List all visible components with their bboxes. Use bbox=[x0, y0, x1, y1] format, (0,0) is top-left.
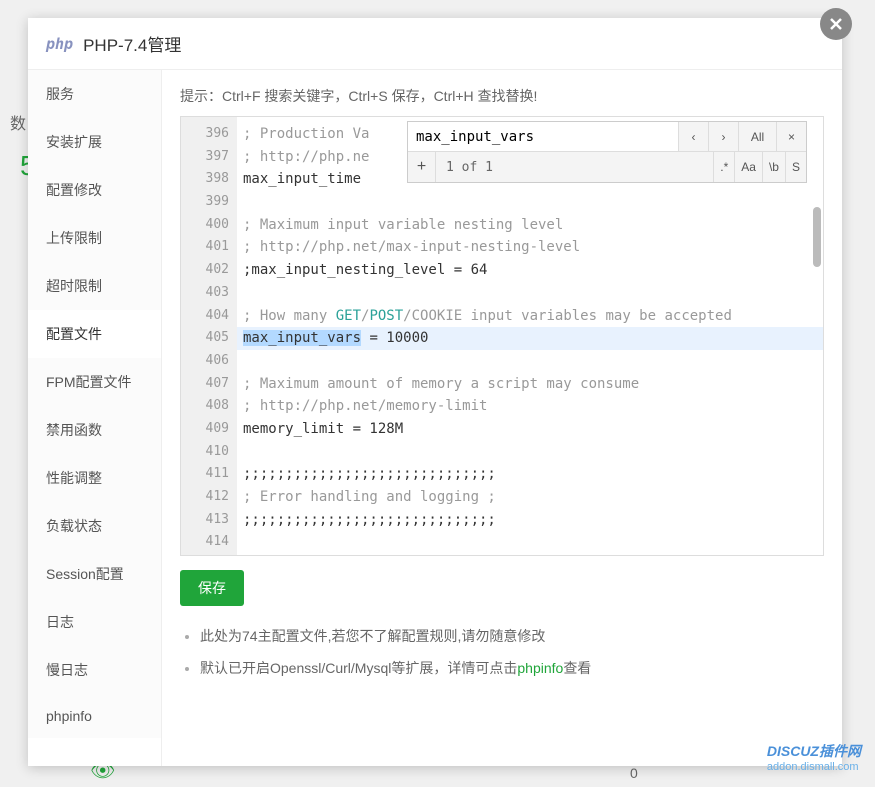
watermark: DISCUZ插件网 addon.dismall.com bbox=[767, 741, 861, 773]
code-line[interactable]: max_input_vars = 10000 bbox=[237, 327, 823, 350]
line-gutter: 3963973983994004014024034044054064074084… bbox=[181, 117, 237, 555]
line-number: 411 bbox=[181, 463, 237, 486]
sidebar-item[interactable]: FPM配置文件 bbox=[28, 358, 161, 406]
code-line[interactable]: ;;;;;;;;;;;;;;;;;;;;;;;;;;;;;; bbox=[237, 509, 823, 532]
editor-hint: 提示：Ctrl+F 搜索关键字，Ctrl+S 保存，Ctrl+H 查找替换! bbox=[180, 86, 824, 106]
code-line[interactable]: ; http://php.net/memory-limit bbox=[237, 395, 823, 418]
line-number: 414 bbox=[181, 531, 237, 554]
sidebar-item[interactable]: 上传限制 bbox=[28, 214, 161, 262]
line-number: 415 bbox=[181, 554, 237, 556]
sidebar-item[interactable]: 服务 bbox=[28, 70, 161, 118]
editor-scrollbar[interactable] bbox=[813, 207, 821, 267]
line-number: 410 bbox=[181, 441, 237, 464]
line-number: 404 bbox=[181, 305, 237, 328]
search-word-option[interactable]: \b bbox=[762, 152, 785, 182]
sidebar-item[interactable]: 性能调整 bbox=[28, 454, 161, 502]
line-number: 408 bbox=[181, 395, 237, 418]
sidebar-item[interactable]: 超时限制 bbox=[28, 262, 161, 310]
phpinfo-link[interactable]: phpinfo bbox=[517, 660, 563, 676]
sidebar-item[interactable]: phpinfo bbox=[28, 694, 161, 738]
code-line[interactable]: memory_limit = 128M bbox=[237, 418, 823, 441]
code-line[interactable] bbox=[237, 282, 823, 305]
line-number: 407 bbox=[181, 373, 237, 396]
close-icon bbox=[828, 16, 844, 32]
code-line[interactable] bbox=[237, 441, 823, 464]
note-item: 默认已开启Openssl/Curl/Mysql等扩展，详情可点击phpinfo查… bbox=[200, 658, 824, 678]
code-line[interactable]: ; How many GET/POST/COOKIE input variabl… bbox=[237, 305, 823, 328]
line-number: 403 bbox=[181, 282, 237, 305]
code-line[interactable]: ; Error handling and logging ; bbox=[237, 486, 823, 509]
search-replace-toggle[interactable]: + bbox=[408, 152, 436, 182]
line-number: 413 bbox=[181, 509, 237, 532]
sidebar: 服务安装扩展配置修改上传限制超时限制配置文件FPM配置文件禁用函数性能调整负载状… bbox=[28, 70, 162, 766]
search-match: max_input_vars bbox=[243, 330, 361, 346]
search-selection-option[interactable]: S bbox=[785, 152, 806, 182]
sidebar-item[interactable]: 配置修改 bbox=[28, 166, 161, 214]
code-line[interactable]: ;;;;;;;;;;;;;;;;;;;;;;;;;;;;;; bbox=[237, 463, 823, 486]
line-number: 405 bbox=[181, 327, 237, 350]
code-line[interactable]: ; This directive informs PHP of which er… bbox=[237, 554, 823, 555]
code-line[interactable]: ;max_input_nesting_level = 64 bbox=[237, 259, 823, 282]
search-prev-button[interactable]: ‹ bbox=[678, 122, 708, 151]
line-number: 402 bbox=[181, 259, 237, 282]
search-all-button[interactable]: All bbox=[738, 122, 776, 151]
line-number: 398 bbox=[181, 168, 237, 191]
modal-header: php PHP-7.4管理 bbox=[28, 18, 842, 70]
sidebar-item[interactable]: 禁用函数 bbox=[28, 406, 161, 454]
search-case-option[interactable]: Aa bbox=[734, 152, 762, 182]
code-line[interactable]: ; Maximum input variable nesting level bbox=[237, 214, 823, 237]
search-input[interactable] bbox=[408, 122, 678, 151]
code-editor[interactable]: 3963973983994004014024034044054064074084… bbox=[180, 116, 824, 556]
sidebar-item[interactable]: 配置文件 bbox=[28, 310, 161, 358]
code-line[interactable] bbox=[237, 191, 823, 214]
background-zero: 0 bbox=[630, 765, 638, 781]
sidebar-item[interactable]: 负载状态 bbox=[28, 502, 161, 550]
code-line[interactable]: ; http://php.net/max-input-nesting-level bbox=[237, 236, 823, 259]
line-number: 401 bbox=[181, 236, 237, 259]
php-manage-modal: php PHP-7.4管理 服务安装扩展配置修改上传限制超时限制配置文件FPM配… bbox=[28, 18, 842, 766]
background-label: 数 bbox=[10, 110, 26, 134]
search-panel: ‹ › All × + 1 of 1 .* Aa \b S bbox=[407, 121, 807, 183]
php-badge: php bbox=[46, 35, 73, 53]
line-number: 406 bbox=[181, 350, 237, 373]
line-number: 399 bbox=[181, 191, 237, 214]
line-number: 396 bbox=[181, 123, 237, 146]
line-number: 409 bbox=[181, 418, 237, 441]
notes-list: 此处为74主配置文件,若您不了解配置规则,请勿随意修改 默认已开启Openssl… bbox=[180, 626, 824, 678]
sidebar-item[interactable]: Session配置 bbox=[28, 550, 161, 598]
modal-title: PHP-7.4管理 bbox=[83, 31, 181, 56]
sidebar-item[interactable]: 慢日志 bbox=[28, 646, 161, 694]
line-number: 397 bbox=[181, 146, 237, 169]
code-line[interactable]: ; Maximum amount of memory a script may … bbox=[237, 373, 823, 396]
search-next-button[interactable]: › bbox=[708, 122, 738, 151]
code-line[interactable] bbox=[237, 531, 823, 554]
content-panel: 提示：Ctrl+F 搜索关键字，Ctrl+S 保存，Ctrl+H 查找替换! 3… bbox=[162, 70, 842, 766]
sidebar-item[interactable]: 安装扩展 bbox=[28, 118, 161, 166]
line-number: 412 bbox=[181, 486, 237, 509]
search-close-button[interactable]: × bbox=[776, 122, 806, 151]
search-regex-option[interactable]: .* bbox=[713, 152, 734, 182]
sidebar-item[interactable]: 日志 bbox=[28, 598, 161, 646]
line-number: 400 bbox=[181, 214, 237, 237]
save-button[interactable]: 保存 bbox=[180, 570, 244, 606]
close-button[interactable] bbox=[820, 8, 852, 40]
search-count: 1 of 1 bbox=[436, 160, 713, 175]
note-item: 此处为74主配置文件,若您不了解配置规则,请勿随意修改 bbox=[200, 626, 824, 646]
code-line[interactable] bbox=[237, 350, 823, 373]
